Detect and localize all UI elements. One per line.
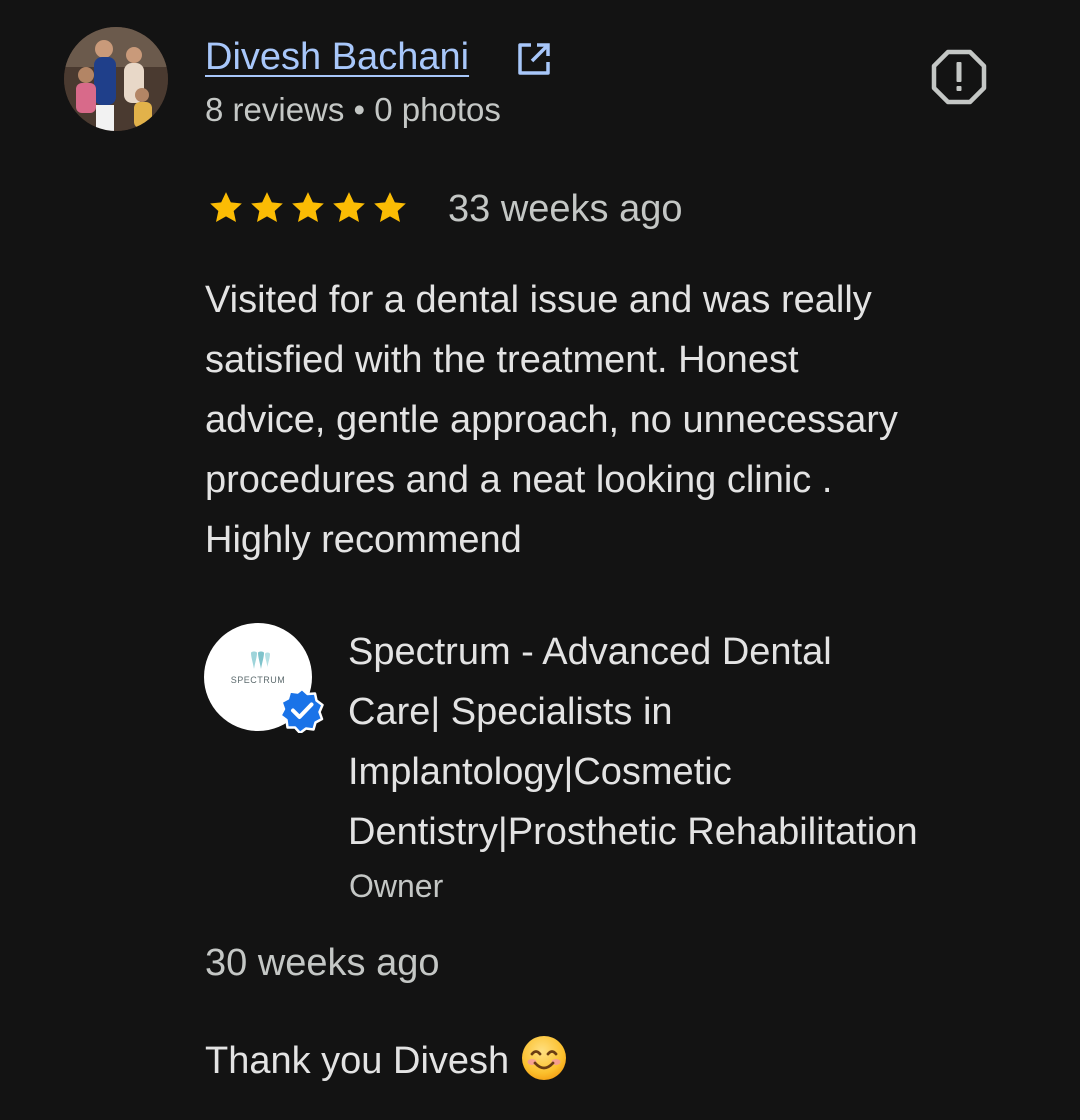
star-icon	[251, 192, 283, 222]
smiling-face-icon	[522, 1036, 567, 1080]
verified-badge-icon	[279, 687, 324, 733]
owner-business-name: Spectrum - Advanced Dental Care| Special…	[348, 631, 918, 853]
star-icon	[333, 192, 365, 222]
user-photo-icon	[64, 27, 168, 131]
star-icon	[210, 192, 242, 222]
response-message: Thank you Divesh	[205, 1040, 510, 1082]
reviewer-avatar[interactable]	[64, 27, 168, 131]
tooth-logo-icon	[251, 651, 270, 669]
response-timestamp: 30 weeks ago	[205, 942, 440, 984]
owner-logo-text: SPECTRUM	[230, 675, 286, 685]
star-rating	[206, 188, 410, 230]
report-icon[interactable]	[929, 47, 989, 107]
reviewer-name-link[interactable]: Divesh Bachani	[205, 34, 469, 80]
review-text: Visited for a dental issue and was reall…	[205, 279, 898, 561]
star-icon	[292, 192, 324, 222]
owner-role-label: Owner	[349, 868, 444, 904]
open-in-new-icon[interactable]	[515, 40, 553, 78]
review-timestamp: 33 weeks ago	[448, 188, 683, 230]
star-icon	[374, 192, 406, 222]
review-card: Divesh Bachani 8 reviews • 0 photos 33 w…	[0, 0, 1080, 1120]
reviewer-stats: 8 reviews • 0 photos	[205, 91, 501, 128]
owner-response-text: Thank you Divesh	[205, 1035, 567, 1086]
